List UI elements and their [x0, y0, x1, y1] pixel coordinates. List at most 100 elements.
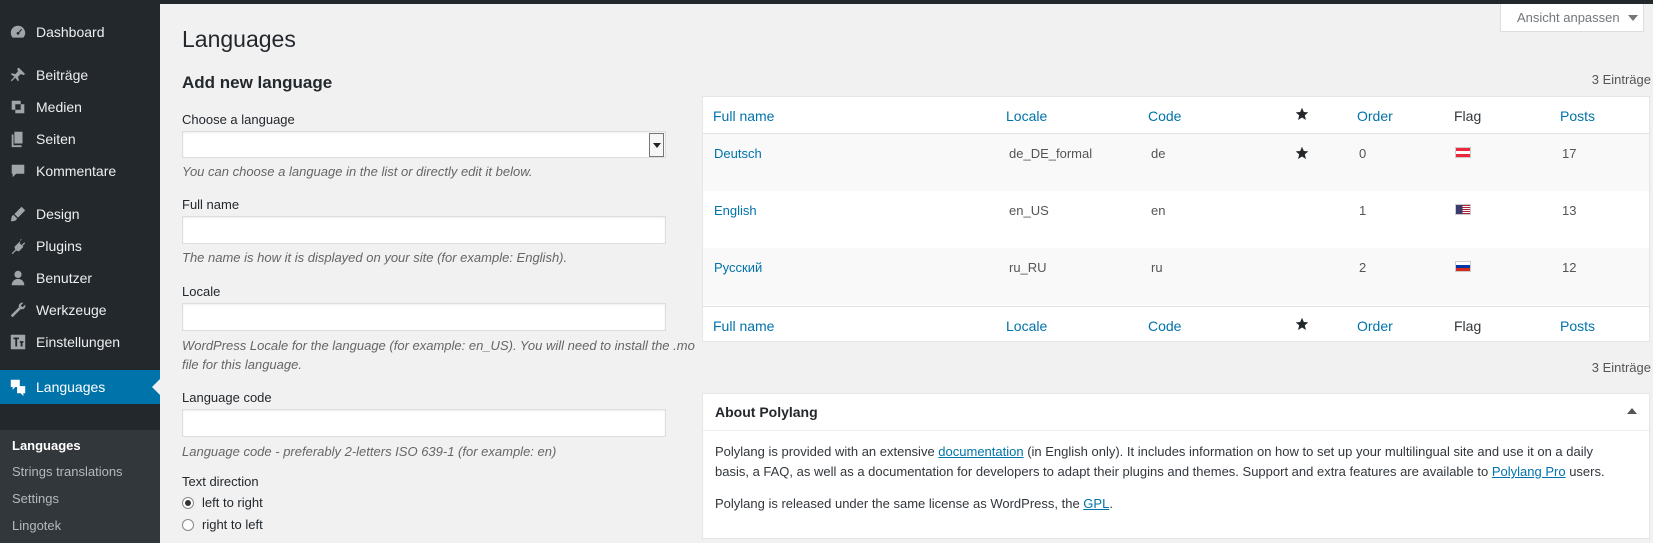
sidebar-item-label: Beiträge	[36, 67, 89, 83]
language-order: 2	[1359, 260, 1367, 275]
media-icon	[0, 98, 36, 116]
language-code-label: Language code	[182, 390, 272, 405]
about-text: .	[1109, 496, 1113, 511]
documentation-link[interactable]: documentation	[938, 444, 1023, 459]
items-count-top: 3 Einträge	[1591, 72, 1651, 87]
choose-language-label: Choose a language	[182, 112, 295, 127]
radio-rtl-row[interactable]: right to left	[182, 517, 263, 532]
admin-sidebar: Dashboard Beiträge Medien Seiten Komment…	[0, 4, 160, 543]
sidebar-item-label: Languages	[36, 379, 106, 395]
page-title: Languages	[182, 26, 296, 52]
comment-icon	[0, 162, 36, 180]
screen-options-button[interactable]: Ansicht anpassen	[1500, 4, 1644, 32]
sidebar-item-plugins[interactable]: Plugins	[0, 230, 160, 262]
col-order[interactable]: Order	[1357, 318, 1393, 334]
submenu-lingotek[interactable]: Lingotek	[12, 518, 61, 533]
col-full-name[interactable]: Full name	[713, 318, 774, 334]
sidebar-item-media[interactable]: Medien	[0, 91, 160, 123]
language-posts: 17	[1562, 146, 1577, 161]
col-order[interactable]: Order	[1357, 108, 1393, 124]
radio-ltr-label: left to right	[202, 495, 263, 510]
sidebar-item-label: Design	[36, 206, 80, 222]
about-box-title: About Polylang	[715, 404, 818, 420]
add-language-title: Add new language	[182, 73, 333, 92]
col-locale[interactable]: Locale	[1006, 318, 1047, 334]
sidebar-item-comments[interactable]: Kommentare	[0, 155, 160, 187]
col-posts[interactable]: Posts	[1560, 108, 1595, 124]
locale-label: Locale	[182, 284, 221, 299]
radio-rtl-label: right to left	[202, 517, 263, 532]
language-code-hint: Language code - preferably 2-letters ISO…	[182, 444, 557, 459]
about-polylang-box: About Polylang Polylang is provided with…	[702, 393, 1650, 539]
translate-icon	[0, 378, 36, 396]
sidebar-item-design[interactable]: Design	[0, 198, 160, 230]
sidebar-item-dashboard[interactable]: Dashboard	[0, 16, 160, 48]
language-order: 0	[1359, 146, 1367, 161]
polylang-pro-link[interactable]: Polylang Pro	[1492, 464, 1566, 479]
about-box-header: About Polylang	[703, 394, 1649, 431]
sidebar-item-tools[interactable]: Werkzeuge	[0, 294, 160, 326]
dropdown-arrow-icon[interactable]	[649, 133, 664, 157]
language-code: de	[1151, 146, 1166, 161]
settings-icon	[0, 333, 36, 351]
about-text: basis, a FAQ, as well as a documentation…	[715, 464, 1492, 479]
language-code-input[interactable]	[182, 409, 666, 437]
locale-hint-line2: file for this language.	[182, 357, 302, 372]
sidebar-item-languages[interactable]: Languages	[0, 370, 160, 404]
col-flag: Flag	[1454, 318, 1482, 334]
default-star-icon	[1295, 317, 1309, 334]
col-posts[interactable]: Posts	[1560, 318, 1595, 334]
language-posts: 13	[1562, 203, 1577, 218]
table-row: English en_US en 1 13	[703, 191, 1649, 248]
sidebar-item-label: Medien	[36, 99, 82, 115]
col-code[interactable]: Code	[1148, 108, 1181, 124]
col-full-name[interactable]: Full name	[713, 108, 774, 124]
default-star-icon	[1295, 146, 1309, 163]
screen-options-label: Ansicht anpassen	[1517, 10, 1620, 25]
gpl-link[interactable]: GPL	[1083, 496, 1109, 511]
top-admin-bar	[0, 0, 1653, 4]
flag-russia-icon	[1455, 261, 1471, 272]
sidebar-item-posts[interactable]: Beiträge	[0, 59, 160, 91]
radio-ltr-row[interactable]: left to right	[182, 495, 263, 510]
locale-input[interactable]	[182, 303, 666, 331]
dashboard-icon	[0, 23, 36, 41]
language-code: en	[1151, 203, 1166, 218]
sidebar-item-label: Kommentare	[36, 163, 117, 179]
radio-ltr[interactable]	[182, 496, 194, 509]
sidebar-item-users[interactable]: Benutzer	[0, 262, 160, 294]
table-footer: Full name Locale Code Order Flag Posts	[703, 306, 1649, 343]
about-text: Polylang is provided with an extensive	[715, 444, 939, 459]
language-locale: en_US	[1009, 203, 1049, 218]
table-row: Deutsch de_DE_formal de 0 17	[703, 134, 1649, 191]
languages-table: Full name Locale Code Order Flag Posts D…	[702, 96, 1650, 342]
sidebar-item-label: Plugins	[36, 238, 82, 254]
collapse-arrow-icon[interactable]	[1627, 408, 1637, 414]
submenu-languages[interactable]: Languages	[12, 438, 81, 453]
about-text: users.	[1565, 464, 1605, 479]
submenu-settings[interactable]: Settings	[12, 491, 59, 506]
language-name-link[interactable]: Русский	[714, 260, 762, 275]
sidebar-item-pages[interactable]: Seiten	[0, 123, 160, 155]
flag-usa-icon	[1455, 204, 1471, 215]
radio-rtl[interactable]	[182, 518, 194, 531]
language-name-link[interactable]: English	[714, 203, 757, 218]
table-row: Русский ru_RU ru 2 12	[703, 248, 1649, 305]
about-paragraph-1: Polylang is provided with an extensive d…	[715, 442, 1637, 482]
choose-language-select[interactable]	[182, 131, 666, 158]
col-code[interactable]: Code	[1148, 318, 1181, 334]
locale-hint-line1: WordPress Locale for the language (for e…	[182, 338, 695, 353]
items-count-bottom: 3 Einträge	[1591, 360, 1651, 375]
language-name-link[interactable]: Deutsch	[714, 146, 762, 161]
sidebar-item-settings[interactable]: Einstellungen	[0, 326, 160, 358]
default-star-icon	[1295, 107, 1309, 124]
user-icon	[0, 269, 36, 287]
col-locale[interactable]: Locale	[1006, 108, 1047, 124]
full-name-input[interactable]	[182, 216, 666, 244]
submenu-strings-translations[interactable]: Strings translations	[12, 464, 123, 479]
sidebar-item-label: Werkzeuge	[36, 302, 107, 318]
pages-icon	[0, 130, 36, 148]
flag-austria-icon	[1455, 147, 1471, 158]
sidebar-item-label: Seiten	[36, 131, 76, 147]
table-header: Full name Locale Code Order Flag Posts	[703, 97, 1649, 134]
